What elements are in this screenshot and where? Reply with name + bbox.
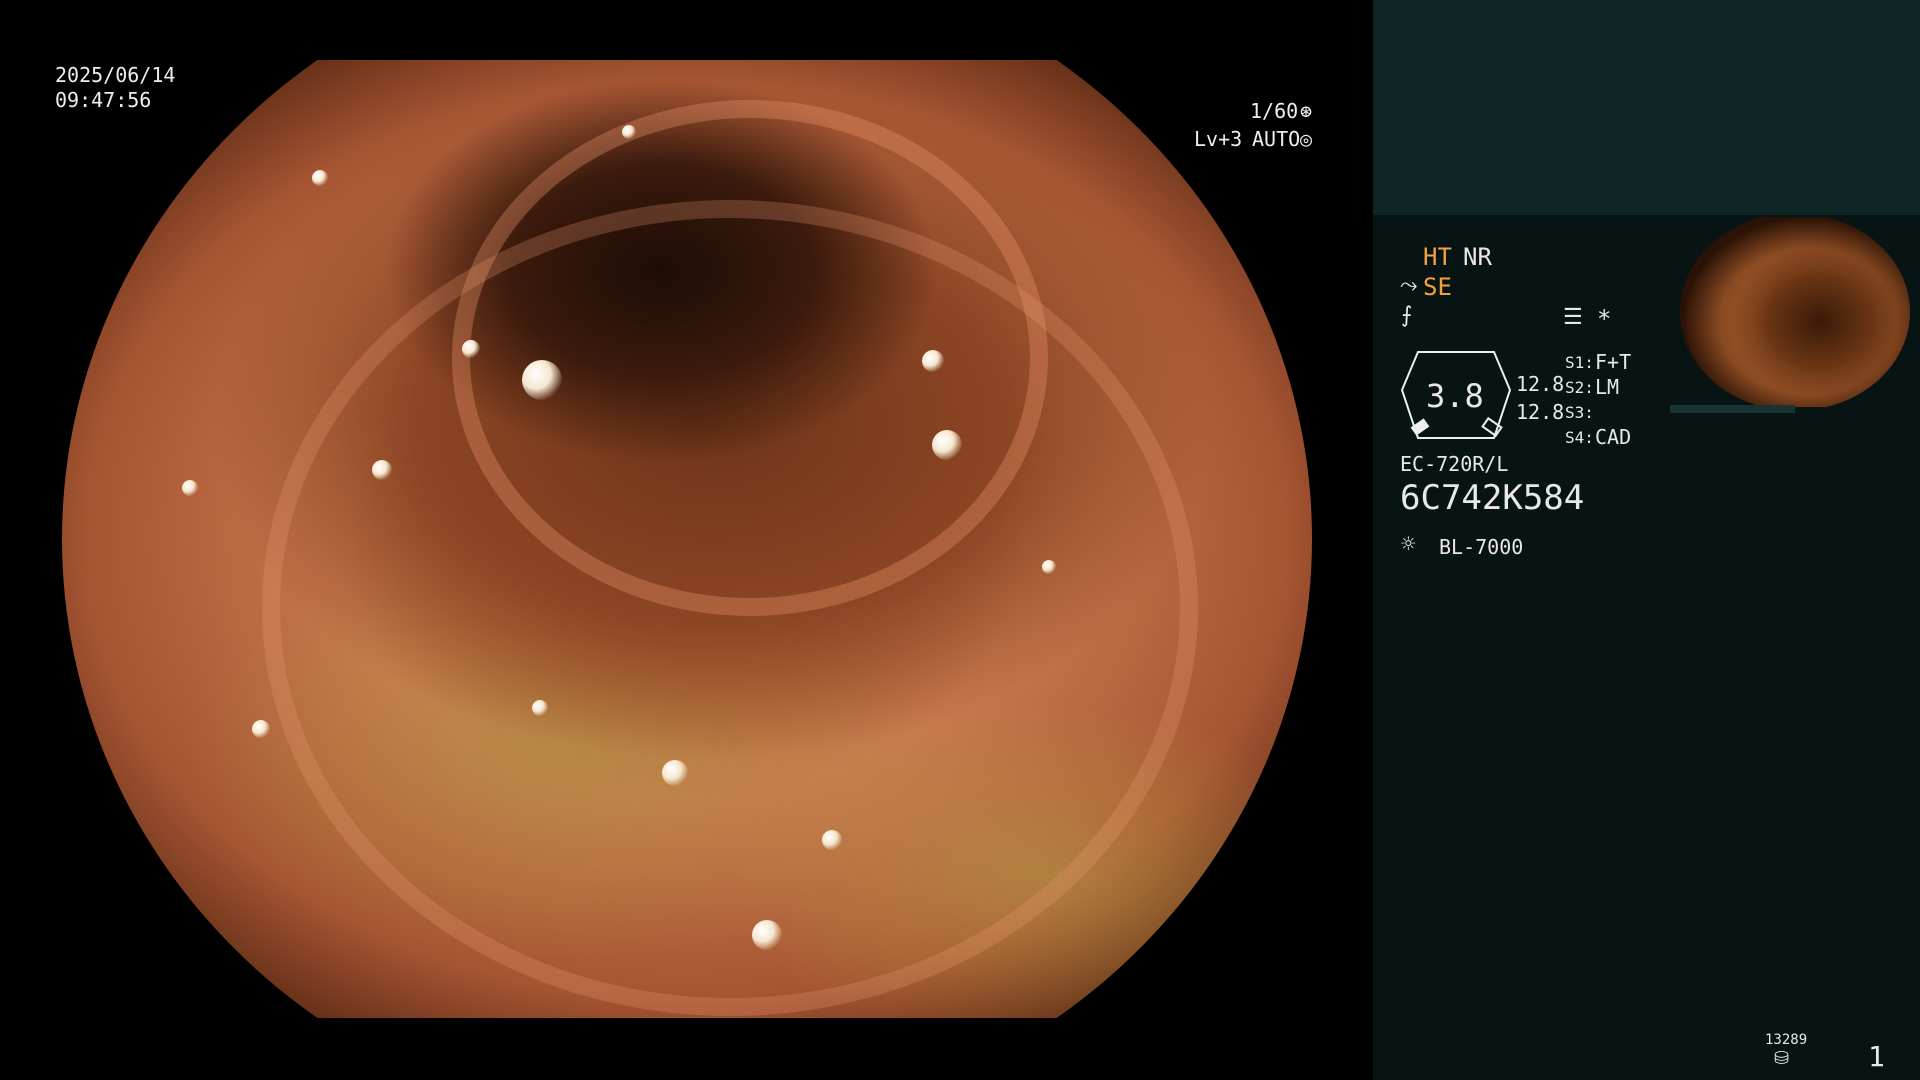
- scope-bend-icon: ⤳: [1400, 273, 1418, 298]
- scope-model: EC-720R/L: [1400, 452, 1509, 476]
- focus-icon: ⨍: [1401, 303, 1413, 328]
- level-label: Lv+3: [1194, 127, 1243, 151]
- ht-label: HT: [1423, 243, 1452, 271]
- s1-value: F+T: [1595, 350, 1632, 374]
- s1-key: S1:: [1565, 353, 1594, 372]
- time-label: 09:47:56: [55, 88, 152, 112]
- storage-icon: ⛁: [1774, 1048, 1790, 1069]
- shutter-icon: ⊛: [1300, 99, 1313, 123]
- se-label: SE: [1423, 273, 1452, 301]
- side-panel: HT NR ⤳ SE ⨍ ☰ * 3.8 12.8 12.8 S1: F+T S…: [1373, 0, 1920, 1080]
- scope-serial: 6C742K584: [1400, 478, 1585, 518]
- thumbnail-bar: [1670, 405, 1795, 413]
- zoom-upper: 12.8: [1516, 372, 1565, 396]
- zoom-lower: 12.8: [1516, 400, 1565, 424]
- side-panel-header: [1373, 0, 1920, 215]
- auto-icon: ◎: [1300, 127, 1313, 151]
- s3-key: S3:: [1565, 403, 1594, 422]
- endoscope-image: [62, 60, 1312, 1018]
- light-icon: ☼: [1401, 530, 1416, 558]
- storage-count: 13289: [1765, 1032, 1808, 1048]
- asterisk-label: *: [1597, 305, 1612, 333]
- light-source: BL-7000: [1439, 535, 1524, 559]
- s4-value: CAD: [1595, 425, 1632, 449]
- page-number: 1: [1868, 1040, 1885, 1073]
- date-label: 2025/06/14: [55, 63, 176, 87]
- menu-icon: ☰: [1563, 305, 1583, 330]
- nr-label: NR: [1463, 243, 1492, 271]
- s2-value: LM: [1595, 375, 1620, 399]
- shutter-label: 1/60: [1250, 99, 1299, 123]
- zoom-value: 3.8: [1426, 377, 1484, 415]
- mode-label: AUTO: [1252, 127, 1301, 151]
- s4-key: S4:: [1565, 428, 1594, 447]
- s2-key: S2:: [1565, 378, 1594, 397]
- thumbnail-image[interactable]: [1680, 217, 1910, 407]
